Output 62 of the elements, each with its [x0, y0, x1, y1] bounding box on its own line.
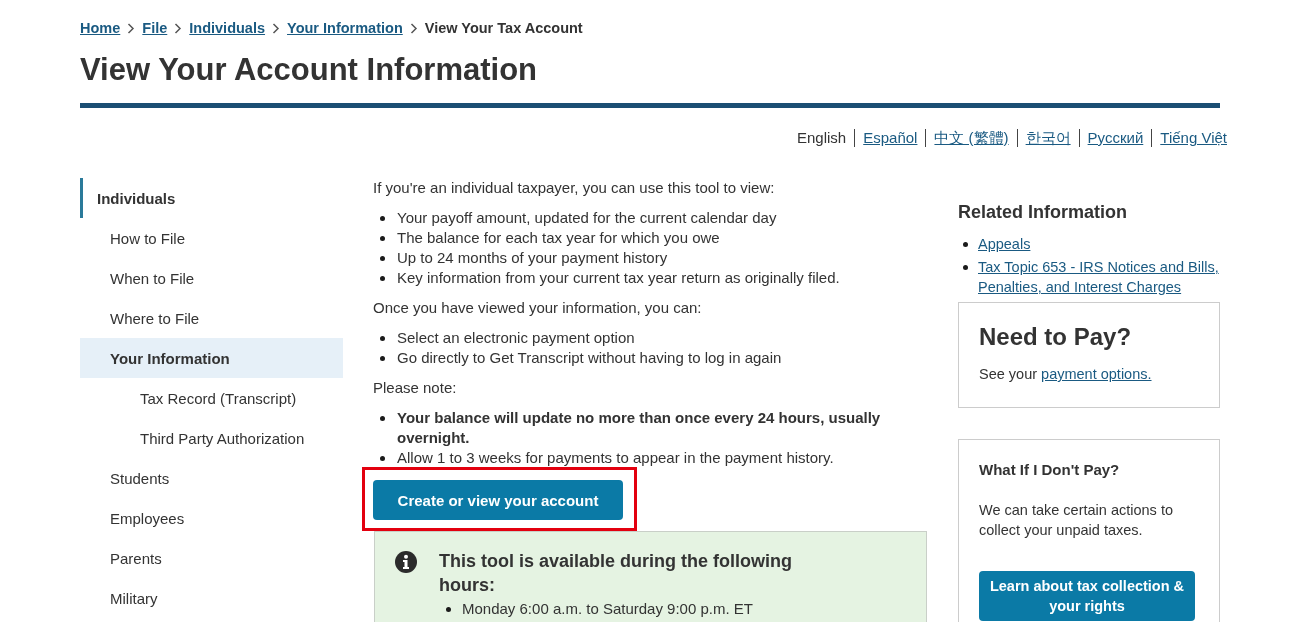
bullet-icon: [963, 242, 968, 247]
list-item-text: Key information from your current tax year return as originally filed.: [397, 268, 840, 288]
sidebar-item[interactable]: Parents: [80, 538, 343, 578]
list-item-text: Allow 1 to 3 weeks for payments to appear in the payment history.: [397, 448, 834, 468]
list-item-text: Your payoff amount, updated for the current calendar day: [397, 208, 777, 228]
list-item-text: Select an electronic payment option: [397, 328, 635, 348]
bullet-icon: [380, 236, 385, 241]
sidebar-item[interactable]: Your Information: [80, 338, 343, 378]
breadcrumb-link[interactable]: Your Information: [287, 18, 403, 38]
related-heading: Related Information: [958, 201, 1128, 224]
language-link[interactable]: Español: [854, 129, 926, 147]
create-account-button[interactable]: Create or view your account: [373, 480, 623, 520]
chevron-icon: [272, 22, 281, 34]
breadcrumb-link[interactable]: Home: [80, 18, 121, 38]
list-item-text: Go directly to Get Transcript without having to log in again: [397, 348, 782, 368]
sidebar-item[interactable]: How to File: [80, 218, 343, 258]
language-link[interactable]: 中文 (繁體): [925, 129, 1017, 147]
intro-text: Please note:: [373, 378, 458, 398]
sidebar-item[interactable]: When to File: [80, 258, 343, 298]
bullet-icon: [380, 456, 385, 461]
language-link[interactable]: Русский: [1078, 129, 1152, 147]
sidebar-item[interactable]: Students: [80, 458, 343, 498]
intro-text: Once you have viewed your information, you can:: [373, 298, 703, 318]
sidebar-heading[interactable]: Individuals: [80, 178, 343, 218]
payment-link[interactable]: payment options.: [1041, 366, 1152, 382]
bullet-icon: [963, 265, 968, 270]
list-item-text: Up to 24 months of your payment history: [397, 248, 668, 268]
intro-text: If you're an individual taxpayer, you can use this tool to view:: [373, 178, 776, 198]
sidebar-item[interactable]: Employees: [80, 498, 343, 538]
page-title: View Your Account Information: [80, 51, 538, 89]
bullet-icon: [380, 356, 385, 361]
card-text: We can take certain actions to collect your unpaid taxes.: [979, 501, 1174, 540]
list-item-text: Monday 6:00 a.m. to Saturday 9:00 p.m. ET: [462, 599, 753, 619]
sidebar-subitem[interactable]: Third Party Authorization: [80, 418, 343, 458]
sidebar-item[interactable]: Where to File: [80, 298, 343, 338]
list-item-text: Your balance will update no more than once every 24 hours, usually overnight.: [397, 408, 882, 448]
card-title: What If I Don't Pay?: [979, 460, 1121, 480]
bullet-icon: [380, 216, 385, 221]
card-title: Need to Pay?: [979, 322, 1133, 352]
current-language: English: [796, 129, 848, 147]
language-link[interactable]: 한국어: [1016, 129, 1079, 147]
breadcrumb-link[interactable]: File: [142, 18, 168, 38]
chevron-icon: [409, 22, 418, 34]
breadcrumb-link[interactable]: Individuals: [189, 18, 266, 38]
related-link[interactable]: Tax Topic 653 - IRS Notices and Bills, Penalties, and Interest Charges: [978, 257, 1220, 297]
language-link[interactable]: Tiếng Việt: [1151, 129, 1227, 147]
chevron-icon: [174, 22, 183, 34]
related-link[interactable]: Appeals: [978, 234, 1031, 254]
collection-button[interactable]: Learn about tax collection & your rights: [979, 571, 1195, 621]
sidebar-subitem[interactable]: Tax Record (Transcript): [80, 378, 343, 418]
list-item-text: The balance for each tax year for which you owe: [397, 228, 720, 248]
chevron-icon: [127, 22, 136, 34]
bullet-icon: [380, 276, 385, 281]
sidebar-item[interactable]: Military: [80, 578, 343, 618]
bullet-icon: [380, 416, 385, 421]
card-text: See your payment options.: [979, 365, 1153, 384]
notice-title: This tool is available during the following hours:: [439, 550, 794, 597]
bullet-icon: [380, 336, 385, 341]
breadcrumb-current: View Your Tax Account: [424, 19, 583, 38]
info-icon: [395, 551, 417, 573]
bullet-icon: [380, 256, 385, 261]
bullet-icon: [446, 607, 451, 612]
